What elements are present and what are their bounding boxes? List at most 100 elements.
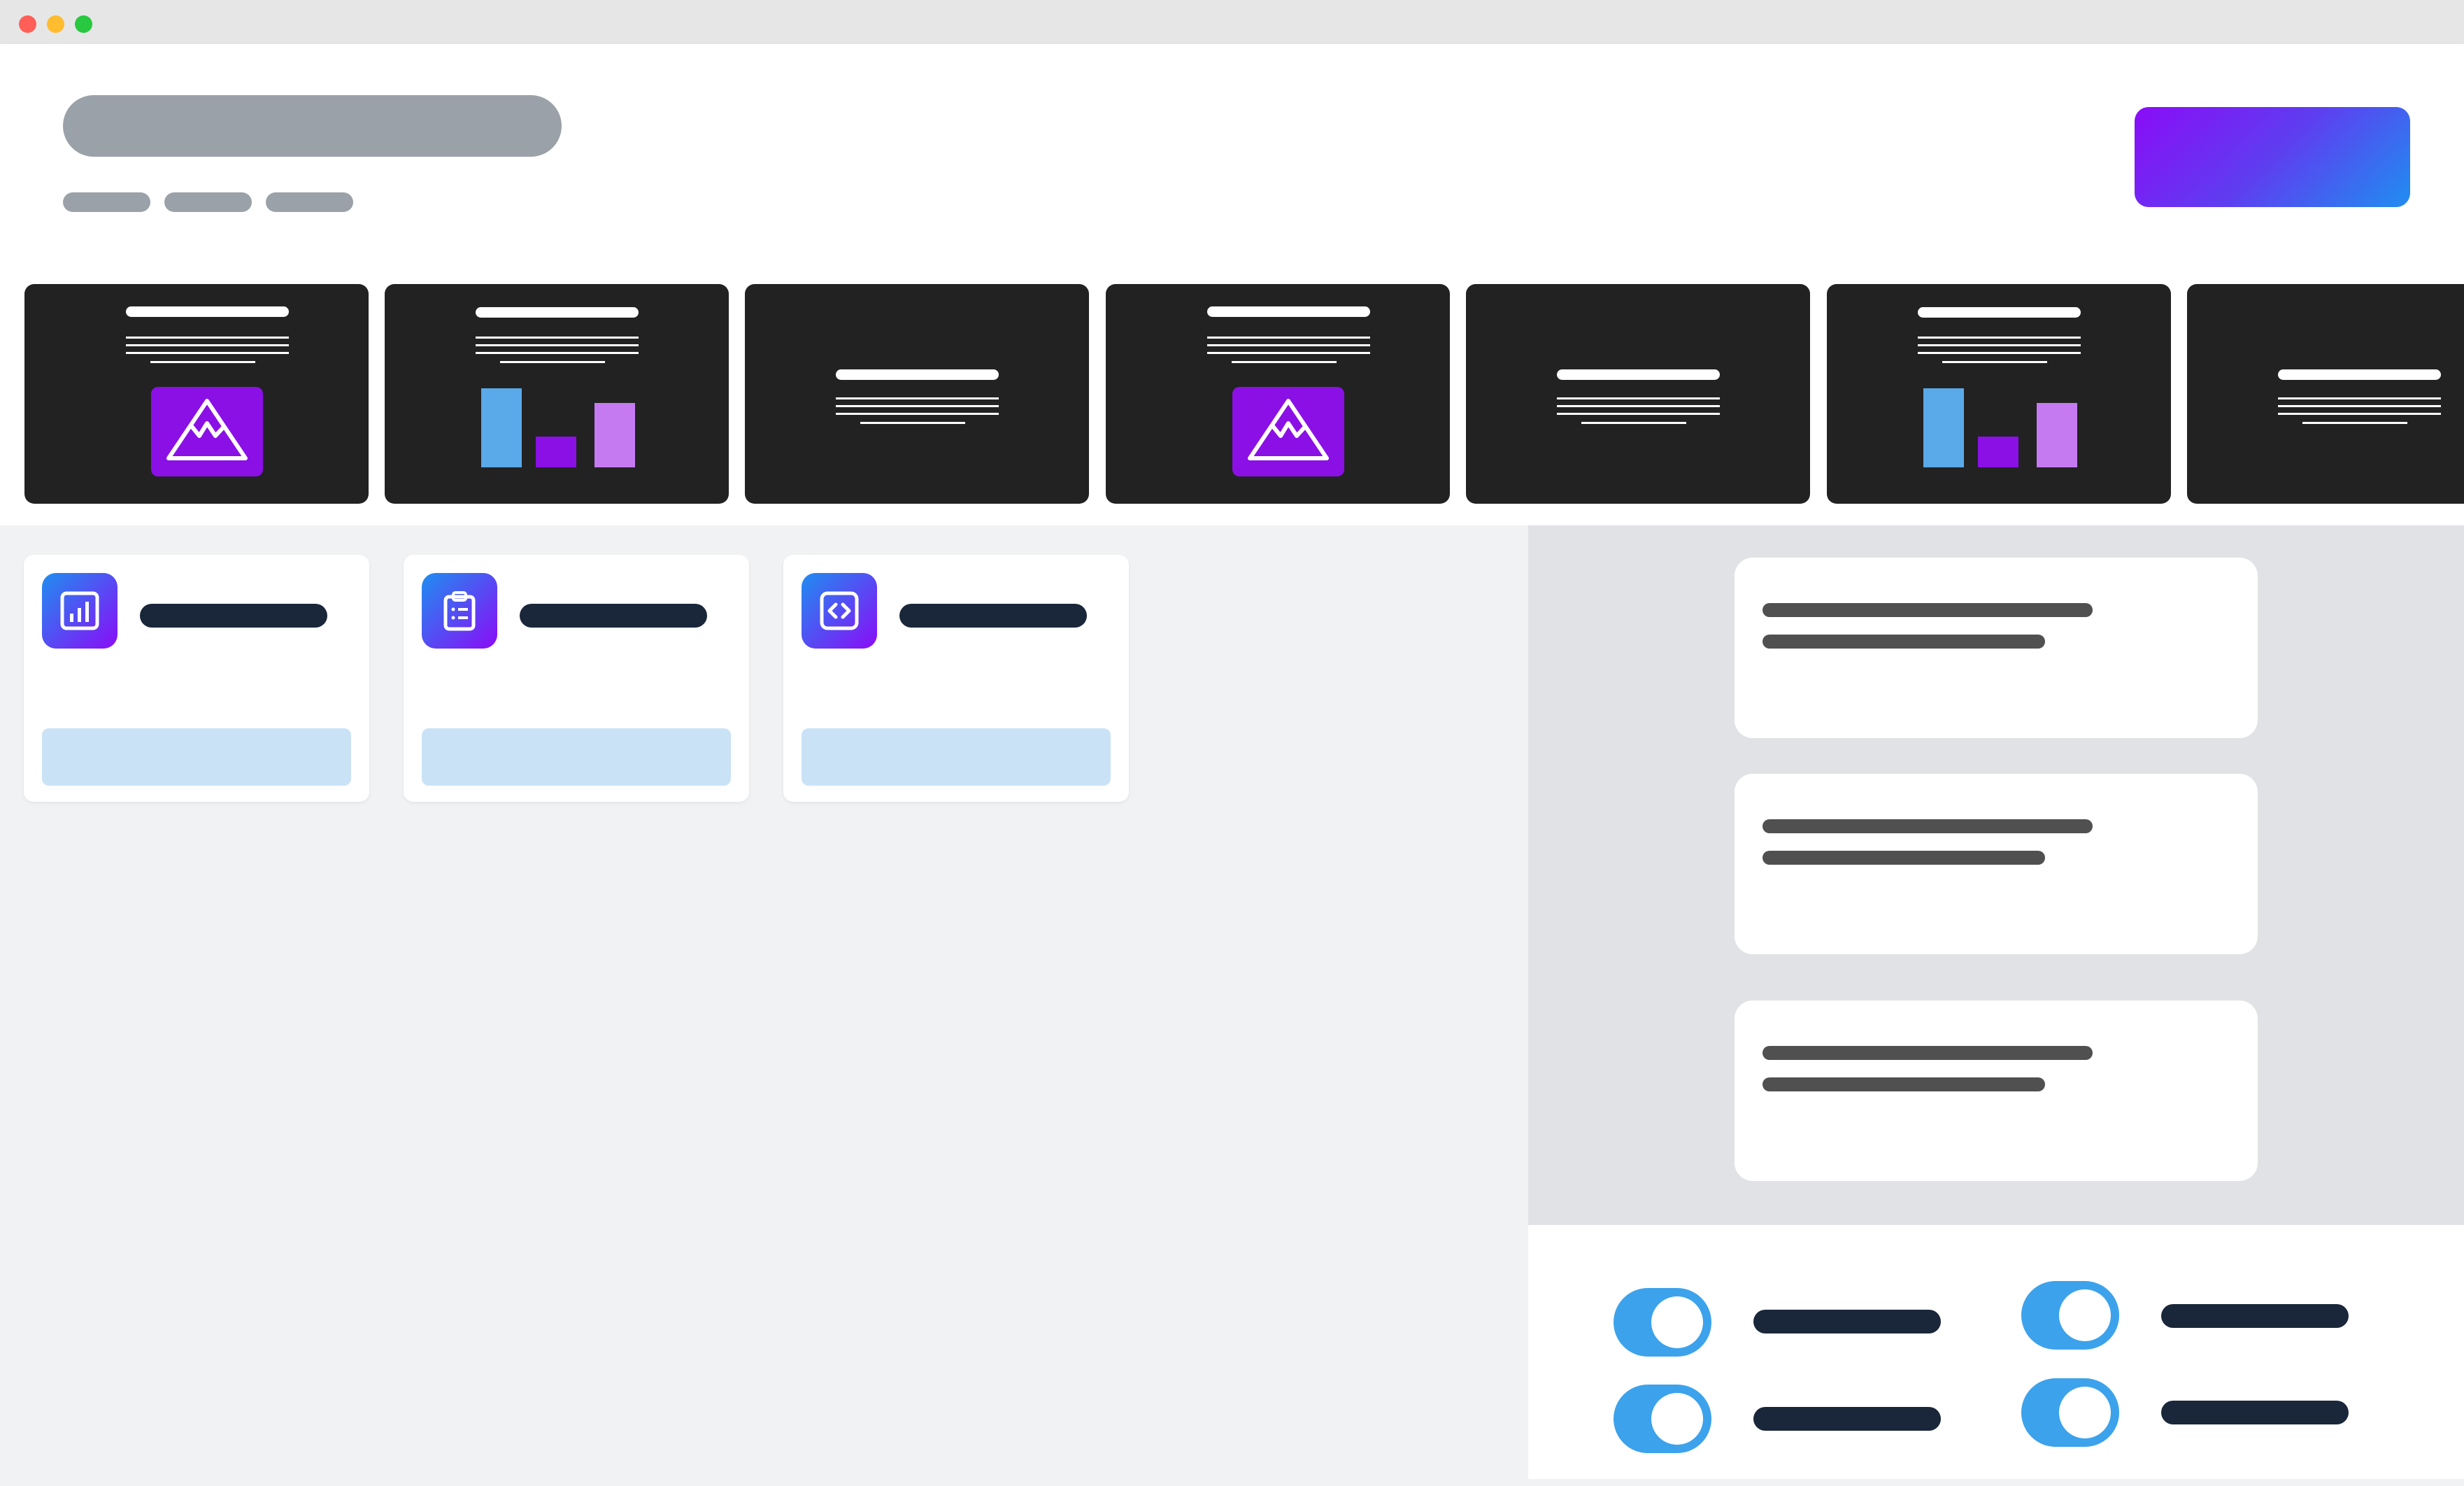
breadcrumb-item[interactable] — [63, 192, 150, 212]
note-card[interactable] — [1735, 1000, 2258, 1181]
chart-bar — [594, 403, 635, 467]
tool-action-button[interactable] — [42, 728, 351, 786]
notes-panel — [1528, 525, 2464, 1225]
tool-title — [140, 604, 327, 628]
slide-title — [1207, 306, 1370, 317]
slide-text-line — [1207, 344, 1370, 346]
slide-title — [476, 307, 639, 318]
mountain-icon — [1248, 399, 1329, 460]
slide-text-line — [126, 344, 289, 346]
slide-text-line — [1942, 361, 2047, 363]
slide-thumbnail[interactable] — [745, 284, 1089, 504]
toggle-switch[interactable] — [2021, 1281, 2119, 1350]
slide-title — [2278, 369, 2441, 380]
slide-title — [126, 306, 289, 317]
slide-text-line — [860, 422, 965, 424]
toggle-knob — [2059, 1387, 2111, 1438]
chart-bar — [1923, 388, 1964, 467]
clipboard-icon — [443, 591, 476, 631]
breadcrumb-item[interactable] — [164, 192, 252, 212]
slide-text-line — [2278, 405, 2441, 407]
chart-bar — [1978, 437, 2018, 467]
slide-title — [836, 369, 999, 380]
slide-text-line — [126, 352, 289, 354]
slide-text-line — [1207, 352, 1370, 354]
slide-title — [1918, 307, 2081, 318]
slide-text-line — [476, 337, 639, 339]
settings-panel — [1528, 1225, 2464, 1479]
note-text-line — [1762, 1046, 2093, 1060]
slide-text-line — [2278, 397, 2441, 399]
slide-text-line — [2302, 422, 2407, 424]
toggle-knob — [1651, 1393, 1703, 1445]
chart-bar — [481, 388, 522, 467]
toggle-label — [1753, 1407, 1941, 1431]
tool-title — [520, 604, 707, 628]
slide-text-line — [1232, 361, 1337, 363]
tool-action-button[interactable] — [802, 728, 1111, 786]
chart-bar — [536, 437, 576, 467]
toggle-label — [2161, 1401, 2349, 1424]
slide-thumbnail-strip[interactable] — [0, 268, 2464, 525]
slide-text-line — [476, 352, 639, 354]
slide-text-line — [2278, 413, 2441, 415]
note-card[interactable] — [1735, 558, 2258, 738]
slide-text-line — [1918, 352, 2081, 354]
slide-thumbnail[interactable] — [24, 284, 369, 504]
primary-action-button[interactable] — [2135, 107, 2410, 207]
slide-thumbnail[interactable] — [2187, 284, 2464, 504]
slide-title — [1557, 369, 1720, 380]
slide-text-line — [1207, 337, 1370, 339]
slide-text-line — [836, 397, 999, 399]
note-text-line — [1762, 1077, 2045, 1091]
close-dot[interactable] — [19, 15, 36, 33]
slide-text-line — [126, 337, 289, 339]
tool-card-analytics[interactable] — [24, 555, 369, 802]
note-text-line — [1762, 851, 2045, 865]
slide-text-line — [1918, 344, 2081, 346]
slide-text-line — [476, 344, 639, 346]
toggle-knob — [2059, 1289, 2111, 1341]
toggle-switch[interactable] — [1614, 1288, 1711, 1357]
tool-card-code[interactable] — [783, 555, 1129, 802]
slide-thumbnail[interactable] — [1827, 284, 2171, 504]
slide-text-line — [500, 361, 605, 363]
note-text-line — [1762, 603, 2093, 617]
breadcrumb-item[interactable] — [266, 192, 353, 212]
minimize-dot[interactable] — [47, 15, 64, 33]
slide-image-placeholder — [151, 387, 263, 476]
note-text-line — [1762, 819, 2093, 833]
slide-text-line — [1581, 422, 1686, 424]
slide-text-line — [1557, 397, 1720, 399]
note-card[interactable] — [1735, 774, 2258, 954]
mountain-icon — [166, 399, 248, 460]
tool-action-button[interactable] — [422, 728, 731, 786]
tool-icon-tile — [422, 573, 497, 649]
slide-thumbnail[interactable] — [1466, 284, 1810, 504]
tool-card-checklist[interactable] — [404, 555, 749, 802]
tool-icon-tile — [802, 573, 877, 649]
bar-chart-icon — [60, 591, 99, 630]
toggle-label — [1753, 1310, 1941, 1333]
slide-text-line — [1557, 413, 1720, 415]
toggle-knob — [1651, 1296, 1703, 1348]
toggle-label — [2161, 1304, 2349, 1328]
note-text-line — [1762, 635, 2045, 649]
tool-icon-tile — [42, 573, 117, 649]
slide-text-line — [836, 405, 999, 407]
slide-text-line — [150, 361, 255, 363]
slide-thumbnail[interactable] — [1106, 284, 1450, 504]
slide-thumbnail[interactable] — [385, 284, 729, 504]
page-header — [0, 44, 2464, 268]
slide-text-line — [1557, 405, 1720, 407]
tool-title — [899, 604, 1087, 628]
slide-text-line — [836, 413, 999, 415]
toggle-switch[interactable] — [2021, 1378, 2119, 1447]
maximize-dot[interactable] — [75, 15, 92, 33]
toggle-switch[interactable] — [1614, 1385, 1711, 1453]
window-titlebar — [0, 0, 2464, 44]
slide-image-placeholder — [1232, 387, 1344, 476]
code-icon — [820, 591, 859, 630]
slide-text-line — [1918, 337, 2081, 339]
chart-bar — [2037, 403, 2077, 467]
